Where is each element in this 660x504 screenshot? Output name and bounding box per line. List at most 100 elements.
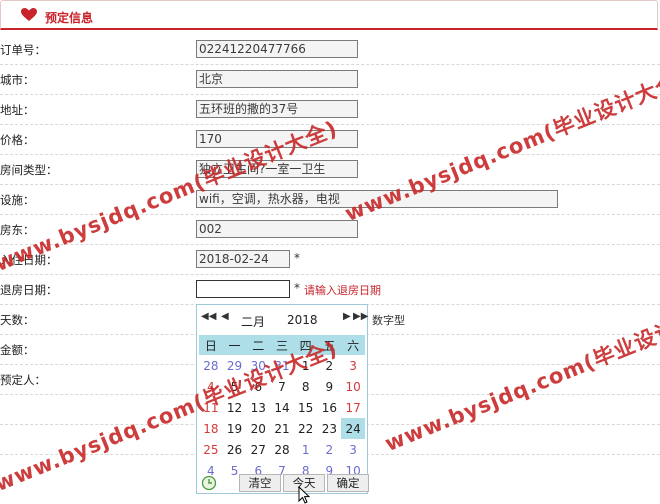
calendar-day[interactable]: 31 [270,355,294,376]
checkout-required-mark: * [294,281,300,295]
calendar-day[interactable]: 5 [223,376,247,397]
calendar-day[interactable]: 4 [199,376,223,397]
weekday-header: 二 [246,335,271,355]
calendar-day[interactable]: 28 [199,355,223,376]
room-type-field[interactable]: 独立卫生间?一室一卫生 [196,160,358,178]
mouse-cursor-icon [298,486,311,504]
amount-label: 金额： [0,343,35,357]
weekday-header: 四 [293,335,318,355]
row-address: 地址： 五环班的撒的37号 [0,94,660,125]
checkin-date-field[interactable]: 2018-02-24 [196,250,290,268]
row-checkout: 退房日期： * 请输入退房日期 [0,274,660,305]
price-field[interactable]: 170 [196,130,358,148]
facilities-label: 设施： [0,193,35,207]
calendar-day[interactable]: 27 [246,439,270,460]
calendar-day[interactable]: 16 [318,397,342,418]
calendar-day[interactable]: 1 [294,439,318,460]
weekday-header: 日 [199,335,223,355]
calendar-day[interactable]: 3 [341,355,365,376]
calendar-day[interactable]: 3 [341,439,365,460]
calendar-day[interactable]: 2 [318,355,342,376]
days-hint: 数字型 [372,314,405,327]
clear-date-button[interactable]: 清空 [239,474,281,492]
calendar-day[interactable]: 7 [270,376,294,397]
calendar-day[interactable]: 26 [223,439,247,460]
next-month-button[interactable]: ▶ [343,311,351,322]
calendar-day[interactable]: 21 [270,418,294,439]
calendar-day[interactable]: 15 [294,397,318,418]
city-field[interactable]: 北京 [196,70,358,88]
clock-icon[interactable] [201,475,217,491]
calendar-day[interactable]: 22 [294,418,318,439]
date-picker-popup: ◀◀ ◀ 二月 2018 ▶ ▶▶ 日一二三四五六 28 29 30 31 1 2 3 4 5 6… [196,304,369,494]
row-order-no: 订单号： 02241220477766 [0,34,660,65]
landlord-field[interactable]: 002 [196,220,358,238]
address-label: 地址： [0,103,35,117]
checkout-date-field[interactable] [196,280,290,298]
order-no-label: 订单号： [0,43,46,57]
row-landlord: 房东： 002 [0,214,660,245]
prev-month-button[interactable]: ◀ [221,311,229,322]
calendar-week-row: 11 12 13 14 15 16 17 [199,397,365,418]
checkout-error-message: 请输入退房日期 [304,284,381,297]
address-field[interactable]: 五环班的撒的37号 [196,100,358,118]
calendar-week-row: 18 19 20 21 22 23 24 [199,418,365,439]
calendar-day[interactable]: 9 [318,376,342,397]
calendar-day[interactable]: 18 [199,418,223,439]
calendar-day[interactable]: 11 [199,397,223,418]
ok-button[interactable]: 确定 [327,474,369,492]
weekday-header: 五 [317,335,342,355]
date-picker-footer: 清空 今天 确定 [197,473,369,493]
room-type-label: 房间类型： [0,163,58,177]
weekday-header: 六 [341,335,365,355]
calendar-day[interactable]: 24 [341,418,365,439]
month-selector[interactable]: 二月 [241,313,265,330]
row-checkin: 入住日期： 2018-02-24 * [0,244,660,275]
landlord-label: 房东： [0,223,35,237]
date-picker-nav: ◀◀ ◀ 二月 2018 ▶ ▶▶ [197,305,368,333]
year-selector[interactable]: 2018 [287,313,318,327]
calendar-day[interactable]: 17 [341,397,365,418]
calendar-day[interactable]: 20 [246,418,270,439]
booker-label: 预定人： [0,373,46,387]
weekday-header-row: 日一二三四五六 [199,335,365,355]
section-header: 预定信息 [0,0,658,30]
city-label: 城市： [0,73,35,87]
calendar-day[interactable]: 25 [199,439,223,460]
calendar-week-row: 4 5 6 7 8 9 10 [199,376,365,397]
calendar-days: 28 29 30 31 1 2 3 4 5 6 7 8 9 10 11 12 13 14 15 16 17 18 19 20 2… [199,355,365,481]
calendar-day[interactable]: 10 [341,376,365,397]
days-label: 天数： [0,313,35,327]
section-title: 预定信息 [45,11,94,25]
price-label: 价格： [0,133,35,147]
calendar-day[interactable]: 1 [294,355,318,376]
calendar-day[interactable]: 30 [246,355,270,376]
heart-icon [21,8,37,21]
row-facilities: 设施： wifi，空调，热水器，电视 [0,184,660,215]
row-price: 价格： 170 [0,124,660,155]
calendar-grid: 日一二三四五六 28 29 30 31 1 2 3 4 5 6 7 8 9 10 11 12 13 14 15 16 1… [199,335,365,481]
weekday-header: 一 [222,335,247,355]
calendar-day[interactable]: 29 [223,355,247,376]
calendar-day[interactable]: 13 [246,397,270,418]
calendar-day[interactable]: 28 [270,439,294,460]
next-year-button[interactable]: ▶▶ [353,311,368,322]
order-no-field[interactable]: 02241220477766 [196,40,358,58]
row-city: 城市： 北京 [0,64,660,95]
calendar-day[interactable]: 19 [223,418,247,439]
calendar-week-row: 25 26 27 28 1 2 3 [199,439,365,460]
calendar-day[interactable]: 2 [318,439,342,460]
calendar-day[interactable]: 8 [294,376,318,397]
checkin-required-mark: * [294,251,300,265]
checkin-label: 入住日期： [0,253,58,267]
row-room-type: 房间类型： 独立卫生间?一室一卫生 [0,154,660,185]
calendar-day[interactable]: 23 [318,418,342,439]
calendar-day[interactable]: 12 [223,397,247,418]
calendar-week-row: 28 29 30 31 1 2 3 [199,355,365,376]
calendar-day[interactable]: 14 [270,397,294,418]
checkout-label: 退房日期： [0,283,58,297]
calendar-day[interactable]: 6 [246,376,270,397]
prev-year-button[interactable]: ◀◀ [201,311,216,322]
facilities-field[interactable]: wifi，空调，热水器，电视 [196,190,558,208]
weekday-header: 三 [270,335,294,355]
